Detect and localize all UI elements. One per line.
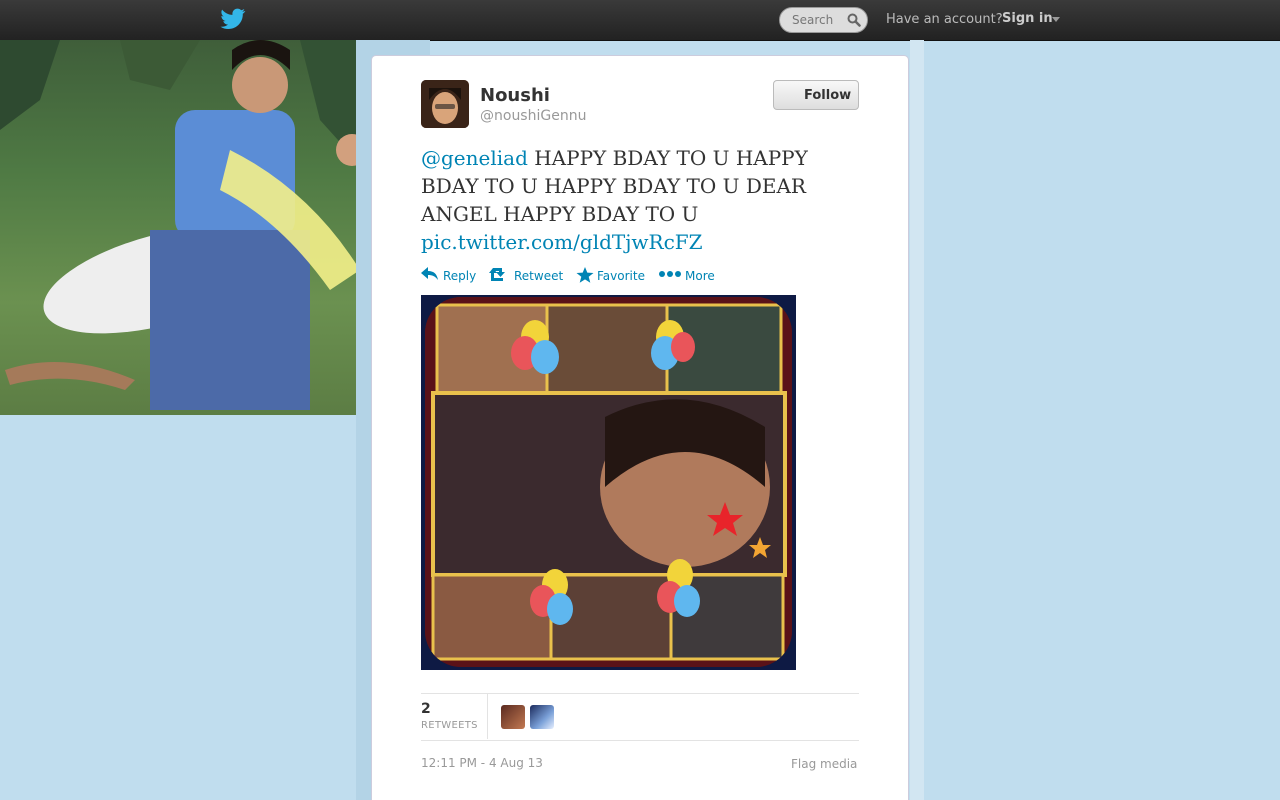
stats-divider-bottom (421, 740, 859, 741)
birthday-collage (425, 297, 792, 667)
tweet-text: @geneliad HAPPY BDAY TO U HAPPY BDAY TO … (421, 144, 821, 256)
search-input[interactable] (780, 8, 844, 32)
search-icon[interactable] (847, 13, 861, 27)
top-bar: Have an account? Sign in (0, 0, 1280, 41)
retweet-label: Retweet (514, 269, 564, 283)
have-account-text: Have an account? (886, 12, 1003, 27)
flag-media-link[interactable]: Flag media (791, 757, 857, 771)
caret-down-icon[interactable] (1052, 17, 1060, 22)
favorite-label: Favorite (597, 269, 645, 283)
stats-separator (487, 693, 488, 739)
reply-label: Reply (443, 269, 477, 283)
retweet-count[interactable]: 2 (421, 701, 431, 717)
tweet-media-image[interactable] (421, 295, 796, 670)
retweet-label: RETWEETS (421, 720, 478, 731)
more-dots-icon (659, 271, 681, 277)
user-handle[interactable]: @noushiGennu (480, 108, 586, 124)
display-name[interactable]: Noushi (480, 85, 550, 106)
retweeter-avatar[interactable] (530, 705, 554, 729)
follow-button[interactable]: Follow (773, 80, 859, 110)
twitter-bird-icon[interactable] (220, 8, 246, 30)
retweet-icon (489, 268, 505, 281)
avatar-image (421, 80, 469, 128)
retweeter-avatar[interactable] (501, 705, 525, 729)
background-strip-right (910, 40, 924, 800)
more-label: More (685, 269, 715, 283)
tweet-card: Noushi @noushiGennu Follow @geneliad HAP… (371, 55, 909, 800)
sign-in-link[interactable]: Sign in (1002, 11, 1053, 26)
reply-icon (421, 267, 438, 280)
media-frame (425, 297, 792, 667)
media-link[interactable]: pic.twitter.com/gldTjwRcFZ (421, 230, 703, 254)
search-box (779, 7, 868, 33)
star-icon (576, 267, 594, 283)
avatar[interactable] (421, 80, 469, 128)
mention-link[interactable]: @geneliad (421, 146, 528, 170)
tweet-timestamp: 12:11 PM - 4 Aug 13 (421, 756, 543, 770)
